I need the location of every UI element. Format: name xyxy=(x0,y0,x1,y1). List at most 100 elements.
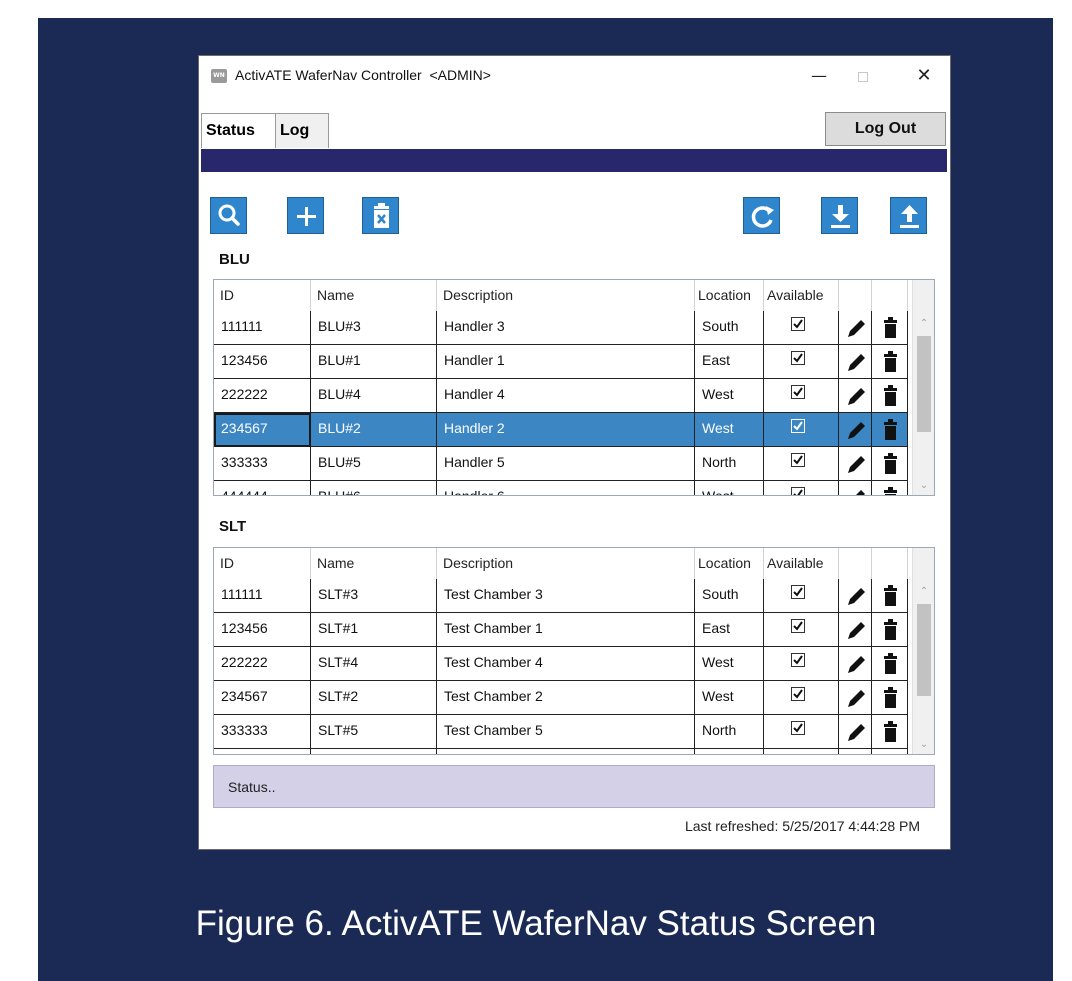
search-button[interactable] xyxy=(210,197,247,234)
log-out-button[interactable]: Log Out xyxy=(825,112,946,146)
minimize-button[interactable]: — xyxy=(796,60,842,92)
cell-location[interactable]: West xyxy=(695,681,764,715)
available-checkbox[interactable] xyxy=(791,653,805,667)
cell-name[interactable]: BLU#6 xyxy=(311,481,437,495)
cell-name[interactable]: SLT#5 xyxy=(311,715,437,749)
cell-name[interactable]: SLT#4 xyxy=(311,647,437,681)
column-header-available[interactable]: Available xyxy=(764,280,839,311)
column-header-name[interactable]: Name xyxy=(311,280,437,311)
scroll-down-arrow-icon[interactable]: ⌄ xyxy=(918,480,930,491)
available-checkbox[interactable] xyxy=(791,619,805,633)
cell-id[interactable] xyxy=(214,749,311,754)
cell-name[interactable]: SLT#3 xyxy=(311,579,437,613)
cell-description[interactable]: Handler 5 xyxy=(437,447,695,481)
cell-description[interactable]: Test Chamber 5 xyxy=(437,715,695,749)
download-button[interactable] xyxy=(821,197,858,234)
edit-button[interactable] xyxy=(839,647,872,681)
available-checkbox[interactable] xyxy=(791,385,805,399)
row-delete-button[interactable] xyxy=(872,613,908,647)
cell-name[interactable]: BLU#2 xyxy=(311,413,437,447)
column-header-blank[interactable] xyxy=(839,548,872,579)
column-header-id[interactable]: ID xyxy=(214,548,311,579)
edit-button[interactable] xyxy=(839,613,872,647)
close-button[interactable]: ✕ xyxy=(901,60,947,92)
cell-description[interactable]: Handler 3 xyxy=(437,311,695,345)
row-delete-button[interactable] xyxy=(872,413,908,447)
cell-location[interactable]: East xyxy=(695,345,764,379)
cell-id[interactable]: 222222 xyxy=(214,379,311,413)
available-checkbox[interactable] xyxy=(791,351,805,365)
cell-id[interactable]: 444444 xyxy=(214,481,311,495)
cell-id[interactable]: 234567 xyxy=(214,413,311,447)
cell-name[interactable]: SLT#1 xyxy=(311,613,437,647)
table-row[interactable]: 222222 BLU#4 Handler 4 West xyxy=(214,379,908,413)
row-delete-button[interactable] xyxy=(872,749,908,754)
row-delete-button[interactable] xyxy=(872,647,908,681)
cell-name[interactable]: BLU#1 xyxy=(311,345,437,379)
cell-location[interactable]: West xyxy=(695,647,764,681)
blu-vertical-scrollbar[interactable]: ⌃ ⌄ xyxy=(912,280,934,495)
row-delete-button[interactable] xyxy=(872,681,908,715)
edit-button[interactable] xyxy=(839,579,872,613)
cell-description[interactable]: Handler 1 xyxy=(437,345,695,379)
table-row[interactable]: 333333 BLU#5 Handler 5 North xyxy=(214,447,908,481)
cell-description[interactable]: Test Chamber 2 xyxy=(437,681,695,715)
tab-status[interactable]: Status xyxy=(201,113,276,148)
row-delete-button[interactable] xyxy=(872,447,908,481)
available-checkbox[interactable] xyxy=(791,585,805,599)
add-button[interactable] xyxy=(287,197,324,234)
available-checkbox[interactable] xyxy=(791,317,805,331)
cell-id[interactable]: 123456 xyxy=(214,613,311,647)
refresh-button[interactable] xyxy=(743,197,780,234)
edit-button[interactable] xyxy=(839,345,872,379)
cell-location[interactable]: West xyxy=(695,379,764,413)
available-checkbox[interactable] xyxy=(791,453,805,467)
cell-description[interactable]: Handler 6 xyxy=(437,481,695,495)
cell-location[interactable]: East xyxy=(695,613,764,647)
available-checkbox[interactable] xyxy=(791,687,805,701)
row-delete-button[interactable] xyxy=(872,715,908,749)
cell-name[interactable]: BLU#4 xyxy=(311,379,437,413)
edit-button[interactable] xyxy=(839,715,872,749)
table-row[interactable] xyxy=(214,749,908,754)
table-row[interactable]: 222222 SLT#4 Test Chamber 4 West xyxy=(214,647,908,681)
cell-id[interactable]: 111111 xyxy=(214,579,311,613)
column-header-name[interactable]: Name xyxy=(311,548,437,579)
row-delete-button[interactable] xyxy=(872,481,908,495)
slt-grid[interactable]: ID Name Description Location Available 111111… xyxy=(213,547,935,755)
column-header-blank[interactable] xyxy=(872,548,908,579)
upload-button[interactable] xyxy=(890,197,927,234)
row-delete-button[interactable] xyxy=(872,311,908,345)
edit-button[interactable] xyxy=(839,681,872,715)
scroll-up-arrow-icon[interactable]: ⌃ xyxy=(918,318,930,329)
scroll-down-arrow-icon[interactable]: ⌄ xyxy=(918,739,930,750)
table-row[interactable]: 123456 SLT#1 Test Chamber 1 East xyxy=(214,613,908,647)
cell-name[interactable]: BLU#5 xyxy=(311,447,437,481)
cell-location[interactable]: West xyxy=(695,413,764,447)
cell-id[interactable]: 222222 xyxy=(214,647,311,681)
column-header-location[interactable]: Location xyxy=(695,280,764,311)
cell-location[interactable]: South xyxy=(695,579,764,613)
cell-description[interactable] xyxy=(437,749,695,754)
cell-location[interactable]: North xyxy=(695,447,764,481)
edit-button[interactable] xyxy=(839,447,872,481)
tab-log[interactable]: Log xyxy=(275,113,329,148)
column-header-blank[interactable] xyxy=(872,280,908,311)
table-row[interactable]: 234567 BLU#2 Handler 2 West xyxy=(214,413,908,447)
cell-id[interactable]: 333333 xyxy=(214,715,311,749)
cell-name[interactable] xyxy=(311,749,437,754)
table-row[interactable]: 111111 BLU#3 Handler 3 South xyxy=(214,311,908,345)
row-delete-button[interactable] xyxy=(872,345,908,379)
cell-description[interactable]: Handler 4 xyxy=(437,379,695,413)
cell-description[interactable]: Handler 2 xyxy=(437,413,695,447)
edit-button[interactable] xyxy=(839,481,872,495)
cell-id[interactable]: 111111 xyxy=(214,311,311,345)
title-bar[interactable]: WN ActivATE WaferNav Controller <ADMIN> … xyxy=(199,56,950,96)
scroll-up-arrow-icon[interactable]: ⌃ xyxy=(918,586,930,597)
slt-vertical-scrollbar[interactable]: ⌃ ⌄ xyxy=(912,548,934,754)
table-row[interactable]: 111111 SLT#3 Test Chamber 3 South xyxy=(214,579,908,613)
column-header-description[interactable]: Description xyxy=(437,280,695,311)
maximize-button[interactable] xyxy=(840,60,886,92)
edit-button[interactable] xyxy=(839,379,872,413)
cell-location[interactable]: West xyxy=(695,481,764,495)
